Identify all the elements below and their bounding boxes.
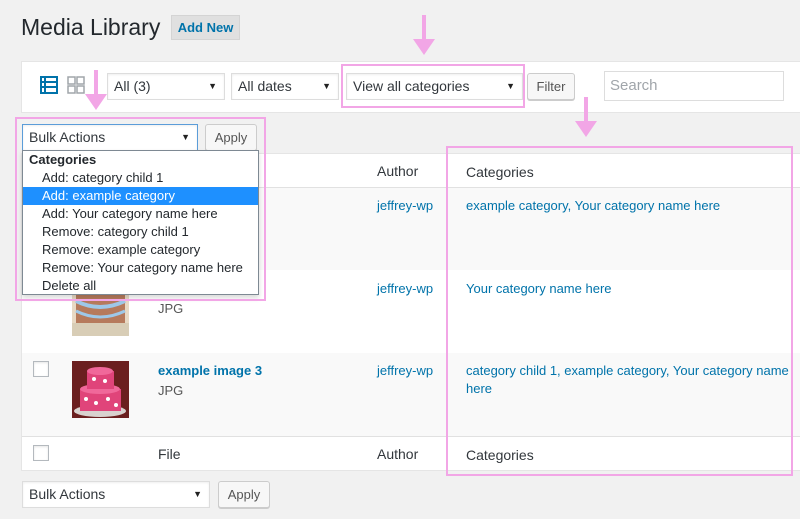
- row-checkbox[interactable]: [33, 361, 49, 377]
- bulk-actions-value: Bulk Actions: [29, 486, 106, 502]
- chevron-down-icon: ▼: [322, 81, 331, 91]
- annotation-arrow-icon: [413, 15, 435, 55]
- search-input[interactable]: Search: [604, 71, 784, 101]
- apply-button-bottom[interactable]: Apply: [218, 481, 270, 508]
- filter-button[interactable]: Filter: [527, 73, 575, 100]
- list-view-icon[interactable]: [40, 76, 58, 94]
- type-filter-value: All (3): [114, 78, 151, 94]
- author-link[interactable]: jeffrey-wp: [377, 281, 433, 296]
- column-footer-file[interactable]: File: [158, 446, 181, 462]
- file-type: JPG: [158, 301, 184, 316]
- cake-thumbnail[interactable]: [72, 361, 129, 418]
- column-header-author[interactable]: Author: [377, 163, 418, 179]
- bulk-actions-select-bottom[interactable]: Bulk Actions ▼: [22, 481, 210, 508]
- highlight-bulk-actions: [15, 117, 266, 301]
- page-title: Media Library: [21, 14, 161, 40]
- chevron-down-icon: ▼: [193, 489, 202, 499]
- file-title-link[interactable]: example image 3: [158, 363, 262, 378]
- annotation-arrow-icon: [575, 97, 597, 137]
- grid-view-icon[interactable]: [67, 76, 85, 94]
- file-type: JPG: [158, 383, 184, 398]
- select-all-checkbox[interactable]: [33, 445, 49, 461]
- author-link[interactable]: jeffrey-wp: [377, 363, 433, 378]
- highlight-category-filter: [341, 64, 525, 108]
- date-filter-select[interactable]: All dates ▼: [231, 73, 339, 100]
- highlight-categories-column: [446, 146, 793, 476]
- author-link[interactable]: jeffrey-wp: [377, 198, 433, 213]
- annotation-arrow-icon: [85, 70, 107, 110]
- chevron-down-icon: ▼: [208, 81, 217, 91]
- add-new-button[interactable]: Add New: [171, 15, 240, 40]
- type-filter-select[interactable]: All (3) ▼: [107, 73, 225, 100]
- column-footer-author[interactable]: Author: [377, 446, 418, 462]
- date-filter-value: All dates: [238, 78, 292, 94]
